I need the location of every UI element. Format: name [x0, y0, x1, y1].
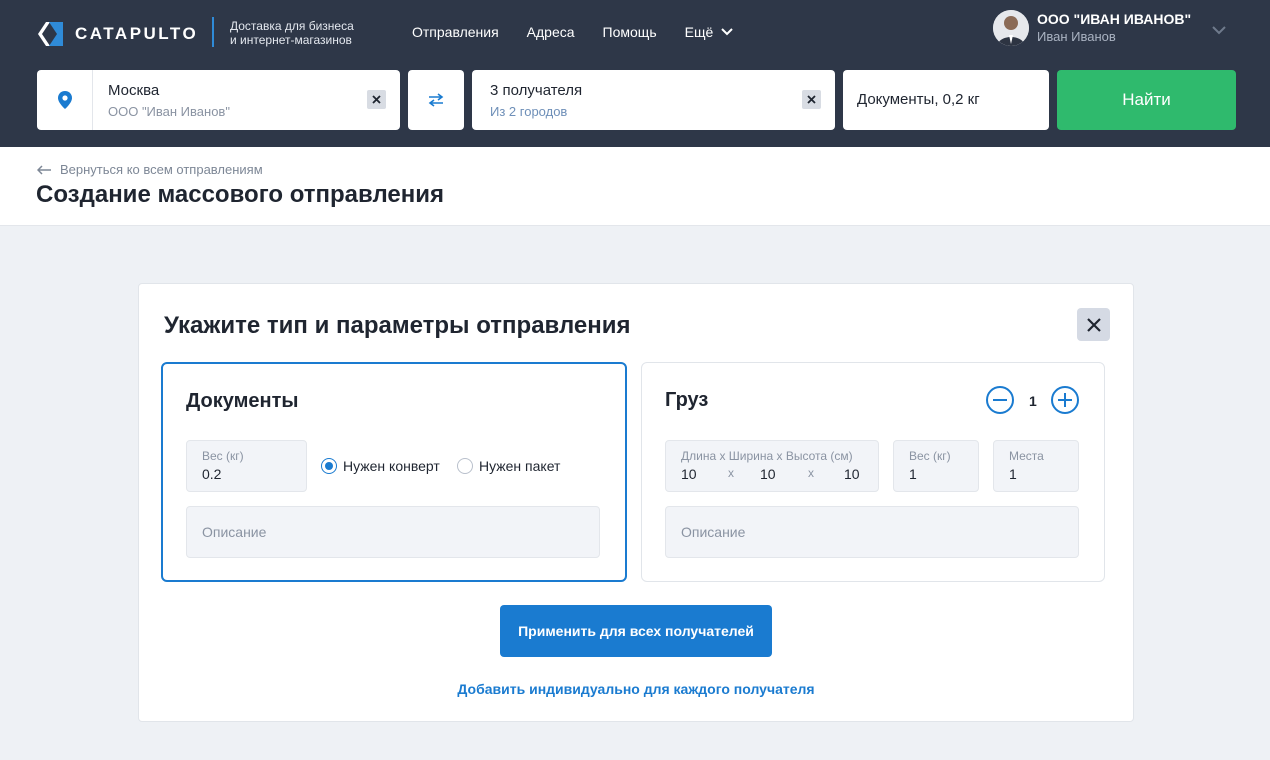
page-title: Создание массового отправления: [36, 181, 444, 208]
recipients-count: 3 получателя: [490, 82, 583, 99]
dimensions-label: Длина x Ширина x Высота (см): [681, 449, 853, 463]
avatar: [993, 10, 1029, 46]
documents-title: Документы: [186, 390, 299, 412]
radio-envelope-label: Нужен конверт: [343, 458, 440, 474]
cargo-field[interactable]: Документы, 0,2 кг: [843, 70, 1049, 130]
close-button[interactable]: [1077, 308, 1110, 341]
from-field[interactable]: Москва ООО "Иван Иванов": [37, 70, 400, 130]
cargo-weight-label: Вес (кг): [909, 449, 951, 463]
clear-icon: [372, 95, 381, 104]
close-icon: [1086, 317, 1101, 332]
height-value: 10: [844, 466, 860, 482]
places-label: Места: [1009, 449, 1044, 463]
back-link-label: Вернуться ко всем отправлениям: [60, 162, 263, 177]
clear-recipients-button[interactable]: [802, 90, 821, 109]
add-individual-link[interactable]: Добавить индивидуально для каждого получ…: [139, 681, 1133, 697]
documents-weight-label: Вес (кг): [202, 449, 244, 463]
user-company: ООО "ИВАН ИВАНОВ": [1037, 11, 1192, 27]
main-nav: Отправления Адреса Помощь Ещё: [412, 24, 733, 40]
nav-more-label: Ещё: [684, 24, 714, 40]
logo-divider: [212, 17, 214, 47]
radio-package-dot: [457, 458, 473, 474]
decrease-button[interactable]: [986, 386, 1014, 414]
nav-shipments[interactable]: Отправления: [412, 24, 499, 40]
location-pin-icon: [37, 70, 93, 130]
cargo-description-field[interactable]: Описание: [665, 506, 1079, 558]
cargo-count: 1: [1029, 393, 1037, 409]
recipients-field[interactable]: 3 получателя Из 2 городов: [472, 70, 835, 130]
clear-icon: [807, 95, 816, 104]
radio-envelope-dot: [321, 458, 337, 474]
swap-icon: [428, 93, 444, 107]
cargo-description-placeholder: Описание: [681, 524, 746, 540]
cargo-title: Груз: [665, 389, 709, 411]
from-company: ООО "Иван Иванов": [108, 104, 230, 119]
chevron-down-icon: [721, 28, 733, 36]
brand-name: CATAPULTO: [75, 24, 199, 43]
width-value: 10: [760, 466, 776, 482]
documents-weight-field[interactable]: Вес (кг) 0.2: [186, 440, 307, 492]
find-button[interactable]: Найти: [1057, 70, 1236, 130]
top-header: CATAPULTO Доставка для бизнеса и интерне…: [0, 0, 1270, 147]
arrow-left-icon: [37, 164, 51, 175]
logo[interactable]: CATAPULTO: [36, 20, 198, 48]
dimensions-field[interactable]: Длина x Ширина x Высота (см) 10 x 10 x 1…: [665, 440, 879, 492]
places-field[interactable]: Места 1: [993, 440, 1079, 492]
nav-addresses[interactable]: Адреса: [527, 24, 575, 40]
documents-weight-value: 0.2: [202, 466, 222, 482]
page-title-bar: Вернуться ко всем отправлениям Создание …: [0, 147, 1270, 226]
tagline-line-2: и интернет-магазинов: [230, 33, 352, 47]
cargo-option[interactable]: Груз 1 Длина x Ширина x Высота (см) 10 x…: [641, 362, 1105, 582]
user-name: Иван Иванов: [1037, 29, 1116, 44]
tagline: Доставка для бизнеса и интернет-магазино…: [230, 19, 354, 47]
from-city: Москва: [108, 82, 160, 99]
radio-package-label: Нужен пакет: [479, 458, 561, 474]
apply-all-button[interactable]: Применить для всех получателей: [500, 605, 772, 657]
nav-more[interactable]: Ещё: [685, 24, 734, 40]
cargo-weight-value: 1: [909, 466, 917, 482]
card-title: Укажите тип и параметры отправления: [164, 312, 631, 339]
recipients-cities: Из 2 городов: [490, 104, 568, 119]
plus-icon: [1058, 393, 1072, 407]
tagline-line-1: Доставка для бизнеса: [230, 19, 354, 33]
dim-separator: x: [728, 466, 734, 480]
documents-description-field[interactable]: Описание: [186, 506, 600, 558]
clear-from-button[interactable]: [367, 90, 386, 109]
dim-separator: x: [808, 466, 814, 480]
documents-description-placeholder: Описание: [202, 524, 267, 540]
cargo-summary: Документы, 0,2 кг: [857, 91, 980, 108]
length-value: 10: [681, 466, 697, 482]
shipment-params-card: Укажите тип и параметры отправления Доку…: [138, 283, 1134, 722]
increase-button[interactable]: [1051, 386, 1079, 414]
nav-help[interactable]: Помощь: [603, 24, 657, 40]
cargo-weight-field[interactable]: Вес (кг) 1: [893, 440, 979, 492]
minus-icon: [993, 399, 1007, 401]
logo-icon: [36, 21, 66, 47]
radio-package[interactable]: Нужен пакет: [457, 458, 560, 474]
documents-option[interactable]: Документы Вес (кг) 0.2 Нужен конверт Нуж…: [161, 362, 627, 582]
back-link[interactable]: Вернуться ко всем отправлениям: [37, 162, 263, 177]
places-value: 1: [1009, 466, 1017, 482]
radio-envelope[interactable]: Нужен конверт: [321, 458, 440, 474]
user-menu[interactable]: ООО "ИВАН ИВАНОВ" Иван Иванов: [993, 10, 1191, 46]
swap-button[interactable]: [408, 70, 464, 130]
chevron-down-icon[interactable]: [1212, 26, 1226, 35]
